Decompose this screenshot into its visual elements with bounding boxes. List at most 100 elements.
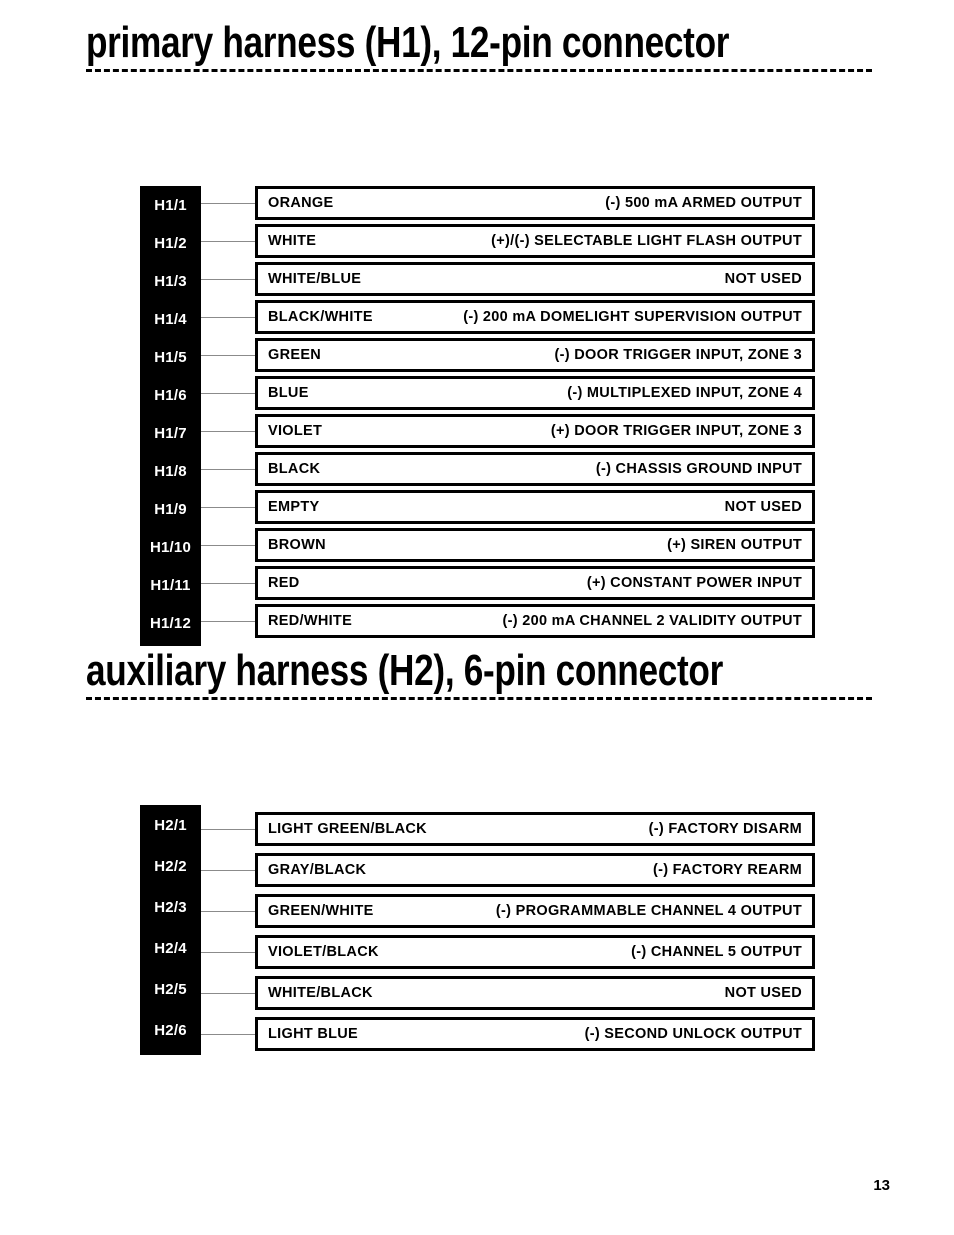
wire-color-label: BLUE xyxy=(268,385,309,401)
pin-row: BROWN (+) SIREN OUTPUT xyxy=(201,528,815,562)
pin-number-column-h1: H1/1 H1/2 H1/3 H1/4 H1/5 H1/6 H1/7 H1/8 H1/9 H1/1… xyxy=(140,186,201,646)
wire-color-label: BLACK/WHITE xyxy=(268,309,373,325)
pin-row: BLUE (-) MULTIPLEXED INPUT, ZONE 4 xyxy=(201,376,815,410)
pin-row: WHITE/BLACK NOT USED xyxy=(201,976,815,1010)
connector-leader-line xyxy=(201,910,255,912)
pin-function-label: (-) 200 mA DOMELIGHT SUPERVISION OUTPUT xyxy=(463,309,802,325)
pin-label: H1/4 xyxy=(154,310,187,328)
pin-description-box: LIGHT BLUE (-) SECOND UNLOCK OUTPUT xyxy=(255,1017,815,1051)
pin-label: H1/3 xyxy=(154,272,187,290)
connector-leader-line xyxy=(201,430,255,432)
connector-leader-line xyxy=(201,992,255,994)
wire-color-label: LIGHT BLUE xyxy=(268,1026,358,1042)
pin-description-box: VIOLET/BLACK (-) CHANNEL 5 OUTPUT xyxy=(255,935,815,969)
pin-function-label: (-) 500 mA ARMED OUTPUT xyxy=(605,195,802,211)
pin-function-label: (-) FACTORY REARM xyxy=(652,862,802,878)
pin-row: VIOLET (+) DOOR TRIGGER INPUT, ZONE 3 xyxy=(201,414,815,448)
connector-leader-line xyxy=(201,951,255,953)
wire-color-label: WHITE/BLACK xyxy=(268,985,373,1001)
pin-row: WHITE/BLUE NOT USED xyxy=(201,262,815,296)
wire-color-label: BLACK xyxy=(268,461,321,477)
heading-dashed-rule xyxy=(86,697,872,700)
pin-label: H1/9 xyxy=(154,500,187,518)
pin-row: LIGHT GREEN/BLACK (-) FACTORY DISARM xyxy=(201,812,815,846)
pin-row: LIGHT BLUE (-) SECOND UNLOCK OUTPUT xyxy=(201,1017,815,1051)
pin-description-box: GREEN/WHITE (-) PROGRAMMABLE CHANNEL 4 OU… xyxy=(255,894,815,928)
wire-color-label: GREEN/WHITE xyxy=(268,903,374,919)
pin-description-box: GREEN (-) DOOR TRIGGER INPUT, ZONE 3 xyxy=(255,338,815,372)
pin-label: H1/1 xyxy=(154,196,187,214)
pin-label: H2/6 xyxy=(154,1022,187,1039)
connector-leader-line xyxy=(201,240,255,242)
pin-function-label: (+) SIREN OUTPUT xyxy=(667,537,802,553)
pin-description-box: RED (+) CONSTANT POWER INPUT xyxy=(255,566,815,600)
wire-color-label: WHITE xyxy=(268,233,317,249)
pin-label: H2/5 xyxy=(154,981,187,998)
pin-label: H1/12 xyxy=(149,614,192,632)
pin-number-column-h2: H2/1 H2/2 H2/3 H2/4 H2/5 H2/6 xyxy=(140,805,201,1055)
wire-color-label: WHITE/BLUE xyxy=(268,271,362,287)
pin-description-box: BROWN (+) SIREN OUTPUT xyxy=(255,528,815,562)
pin-row: WHITE (+)/(-) SELECTABLE LIGHT FLASH OUTP… xyxy=(201,224,815,258)
pin-label: H1/6 xyxy=(154,386,187,404)
pin-label: H1/2 xyxy=(154,234,187,252)
connector-leader-line xyxy=(201,354,255,356)
pin-description-box: WHITE/BLACK NOT USED xyxy=(255,976,815,1010)
pin-function-label: NOT USED xyxy=(724,271,802,287)
connector-leader-line xyxy=(201,506,255,508)
pin-label: H2/4 xyxy=(154,940,187,957)
connector-leader-line xyxy=(201,316,255,318)
wire-color-label: BROWN xyxy=(268,537,326,553)
pin-description-box: BLACK (-) CHASSIS GROUND INPUT xyxy=(255,452,815,486)
pin-label: H1/8 xyxy=(154,462,187,480)
heading-dashed-rule xyxy=(86,69,872,72)
section-heading-h2: auxiliary harness (H2), 6-pin connector xyxy=(86,628,872,700)
pin-description-box: EMPTY NOT USED xyxy=(255,490,815,524)
pin-function-label: (+) DOOR TRIGGER INPUT, ZONE 3 xyxy=(550,423,802,439)
pin-description-box: LIGHT GREEN/BLACK (-) FACTORY DISARM xyxy=(255,812,815,846)
connector-leader-line xyxy=(201,620,255,622)
pin-function-label: (+)/(-) SELECTABLE LIGHT FLASH OUTPUT xyxy=(491,233,802,249)
pin-description-box: WHITE (+)/(-) SELECTABLE LIGHT FLASH OUTP… xyxy=(255,224,815,258)
pin-label: H1/7 xyxy=(154,424,187,442)
connector-leader-line xyxy=(201,1033,255,1035)
page-title-h1: primary harness (H1), 12-pin connector xyxy=(86,18,730,67)
wire-color-label: RED xyxy=(268,575,300,591)
pin-label: H1/11 xyxy=(150,576,191,594)
wire-color-label: ORANGE xyxy=(268,195,334,211)
pin-function-label: (-) PROGRAMMABLE CHANNEL 4 OUTPUT xyxy=(495,903,802,919)
connector-leader-line xyxy=(201,392,255,394)
pin-function-label: (-) MULTIPLEXED INPUT, ZONE 4 xyxy=(567,385,802,401)
pin-row: GREEN (-) DOOR TRIGGER INPUT, ZONE 3 xyxy=(201,338,815,372)
pin-function-label: (-) CHANNEL 5 OUTPUT xyxy=(631,944,802,960)
pin-description-box: VIOLET (+) DOOR TRIGGER INPUT, ZONE 3 xyxy=(255,414,815,448)
pin-function-label: (-) 200 mA CHANNEL 2 VALIDITY OUTPUT xyxy=(502,613,802,629)
pin-function-label: (-) CHASSIS GROUND INPUT xyxy=(595,461,802,477)
pin-function-label: NOT USED xyxy=(724,985,802,1001)
pin-row: EMPTY NOT USED xyxy=(201,490,815,524)
pin-label: H1/10 xyxy=(149,538,192,556)
connector-leader-line xyxy=(201,202,255,204)
pin-row: GREEN/WHITE (-) PROGRAMMABLE CHANNEL 4 OU… xyxy=(201,894,815,928)
pin-row: GRAY/BLACK (-) FACTORY REARM xyxy=(201,853,815,887)
section-heading-h1: primary harness (H1), 12-pin connector xyxy=(86,0,872,72)
page-title-h2: auxiliary harness (H2), 6-pin connector xyxy=(86,646,723,695)
connector-leader-line xyxy=(201,544,255,546)
pin-description-box: GRAY/BLACK (-) FACTORY REARM xyxy=(255,853,815,887)
pin-row: BLACK (-) CHASSIS GROUND INPUT xyxy=(201,452,815,486)
pin-row: ORANGE (-) 500 mA ARMED OUTPUT xyxy=(201,186,815,220)
pin-description-box: ORANGE (-) 500 mA ARMED OUTPUT xyxy=(255,186,815,220)
pin-label: H2/3 xyxy=(154,899,187,916)
pin-function-label: (+) CONSTANT POWER INPUT xyxy=(586,575,802,591)
connector-leader-line xyxy=(201,869,255,871)
wire-color-label: GRAY/BLACK xyxy=(268,862,367,878)
wire-color-label: LIGHT GREEN/BLACK xyxy=(268,821,427,837)
harness-section-h1: primary harness (H1), 12-pin connector xyxy=(0,0,954,72)
pin-function-label: (-) DOOR TRIGGER INPUT, ZONE 3 xyxy=(554,347,802,363)
connector-leader-line xyxy=(201,828,255,830)
pin-label: H2/2 xyxy=(154,858,187,875)
pin-description-box: BLACK/WHITE (-) 200 mA DOMELIGHT SUPERVIS… xyxy=(255,300,815,334)
wire-color-label: VIOLET/BLACK xyxy=(268,944,379,960)
pin-label: H1/5 xyxy=(154,348,187,366)
wire-color-label: VIOLET xyxy=(268,423,323,439)
